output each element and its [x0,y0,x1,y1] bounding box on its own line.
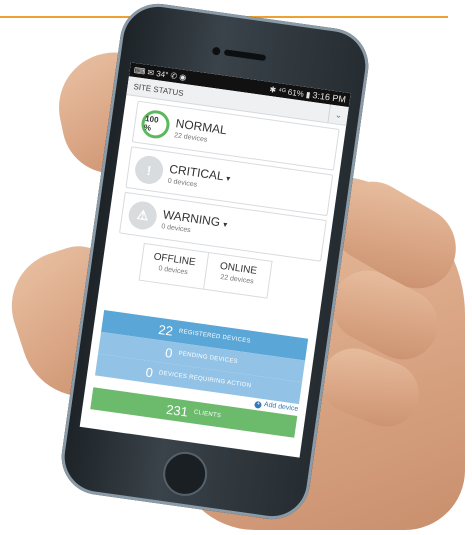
stat-label: PENDING DEVICES [178,350,239,366]
stat-number: 231 [165,401,190,420]
stat-number: 0 [164,344,174,361]
phone-screen: ⌨ ✉ 34° ✆ ◉ ✱ ⁴ᴳ 61% ▮ 3:16 PM SITE STAT… [79,62,351,458]
offline-cell[interactable]: OFFLINE 0 devices [138,242,209,290]
add-device-label: Add device [263,401,299,413]
site-status-title: SITE STATUS [133,81,185,98]
chevron-down-icon[interactable]: ⌄ [327,104,349,125]
stat-label: REGISTERED DEVICES [178,328,252,345]
exclamation-icon: ! [133,154,165,186]
earpiece-speaker [223,49,267,62]
plus-circle-icon: + [254,400,263,409]
home-button[interactable] [160,449,210,499]
caret-down-icon[interactable]: ▾ [223,219,228,228]
caret-down-icon[interactable]: ▾ [226,173,231,182]
normal-percent-ring: 100 % [139,108,172,141]
stat-number: 0 [144,364,154,380]
online-cell[interactable]: ONLINE 22 devices [203,252,273,299]
stat-label: CLIENTS [193,409,222,420]
stat-number: 22 [157,321,175,339]
device-stats: 22 REGISTERED DEVICES 0 PENDING DEVICES … [82,309,316,439]
front-camera [211,46,221,56]
warning-triangle-icon: ⚠ [126,199,159,232]
